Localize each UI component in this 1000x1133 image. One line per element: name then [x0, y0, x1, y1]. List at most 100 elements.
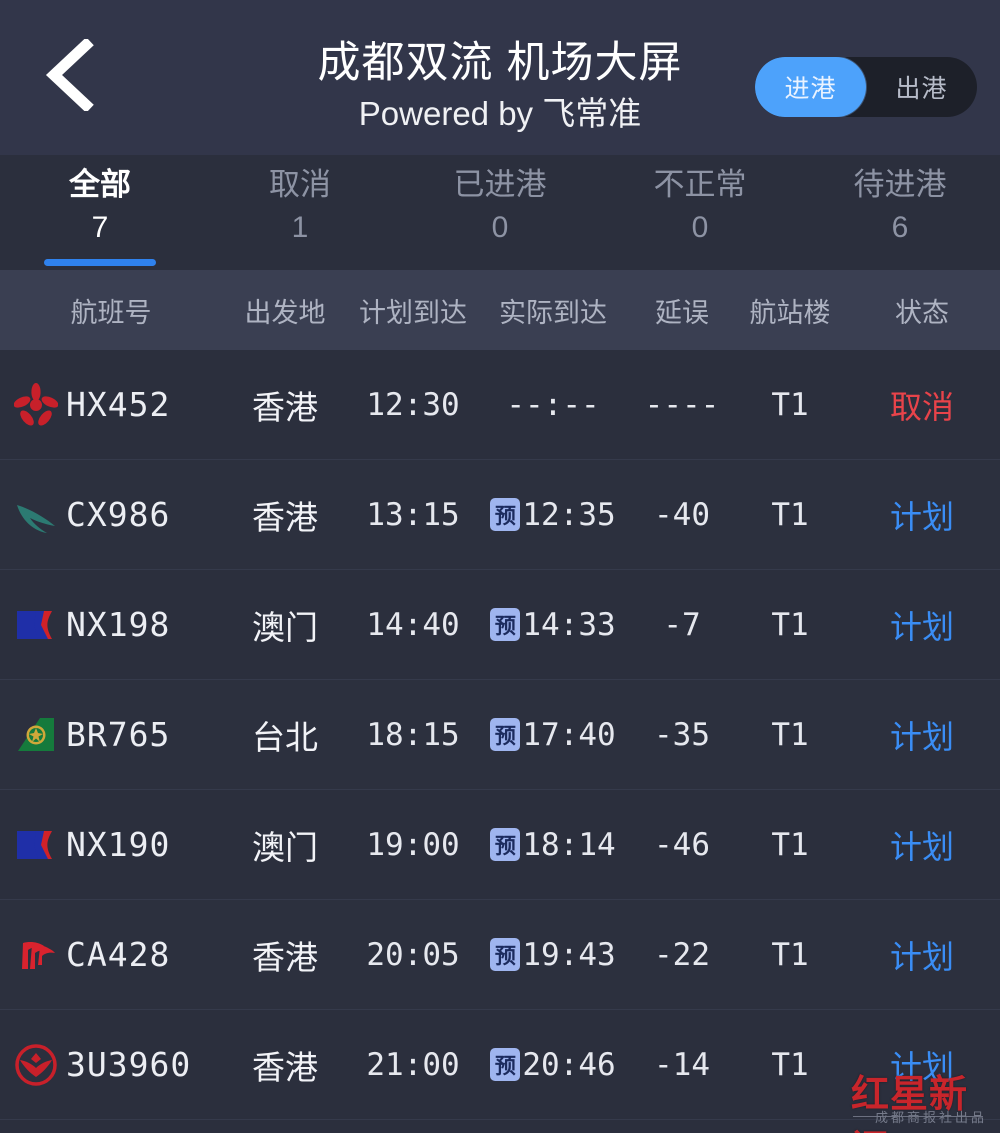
status-badge: 计划 — [889, 608, 954, 645]
cell-status: 计划 — [844, 712, 1000, 758]
tab-label: 全部 — [69, 167, 131, 202]
estimated-badge: 预 — [490, 828, 521, 861]
table-row[interactable]: BR765 台北 18:15 预 17:40 -35 T1 计划 — [0, 680, 1000, 790]
table-header-row: 航班号 出发地 计划到达 实际到达 延误 航站楼 状态 — [0, 270, 1000, 350]
actual-time-group: 预 18:14 — [490, 827, 616, 863]
cell-flight-no: NX190 — [0, 823, 222, 867]
cell-terminal: T1 — [736, 607, 844, 643]
origin-city: 香港 — [252, 1048, 318, 1086]
column-header-flight-no: 航班号 — [70, 297, 152, 328]
cell-actual: 预 18:14 — [478, 827, 628, 863]
toggle-option-departures[interactable]: 出港 — [866, 57, 977, 117]
delay-minutes: -40 — [654, 496, 710, 533]
estimated-badge: 预 — [490, 498, 521, 531]
cell-flight-no: HX452 — [0, 382, 222, 427]
cell-actual: 预 17:40 — [478, 717, 628, 753]
actual-time: 17:40 — [522, 716, 616, 753]
tab-3[interactable]: 不正常 0 — [600, 163, 800, 270]
filter-tabs[interactable]: 全部 7 取消 1 已进港 0 不正常 0 待进港 6 — [0, 155, 1000, 270]
tab-label: 取消 — [269, 167, 331, 202]
column-header-terminal: 航站楼 — [749, 297, 831, 328]
delay-minutes: -46 — [654, 826, 710, 863]
estimated-badge: 预 — [490, 718, 521, 751]
scheduled-time: 13:15 — [366, 496, 460, 533]
table-row[interactable]: NX190 澳门 19:00 预 18:14 -46 T1 计划 — [0, 790, 1000, 900]
cell-delay: -35 — [628, 717, 736, 753]
status-badge: 计划 — [889, 828, 954, 865]
flight-number: CA428 — [66, 935, 171, 974]
status-badge: 取消 — [889, 388, 954, 425]
terminal: T1 — [771, 386, 809, 423]
table-row[interactable]: CX986 香港 13:15 预 12:35 -40 T1 计划 — [0, 460, 1000, 570]
airline-logo-hong-kong-airlines — [14, 382, 58, 426]
estimated-badge: 预 — [490, 938, 521, 971]
cell-terminal: T1 — [736, 827, 844, 863]
tab-label: 待进港 — [853, 167, 947, 202]
cell-delay: -22 — [628, 937, 736, 973]
cell-delay: -40 — [628, 497, 736, 533]
flight-number: HX452 — [66, 385, 171, 424]
estimated-badge: 预 — [490, 1048, 521, 1081]
airline-logo-air-china — [22, 941, 55, 969]
origin-city: 台北 — [252, 718, 318, 756]
flight-number: NX198 — [66, 605, 171, 644]
cell-flight-no: CA428 — [0, 933, 222, 977]
airline-logo-air-macau — [17, 830, 52, 859]
column-header-delay: 延误 — [655, 297, 709, 328]
status-badge: 计划 — [889, 498, 954, 535]
tab-2[interactable]: 已进港 0 — [400, 163, 600, 270]
table-row[interactable]: NX198 澳门 14:40 预 14:33 -7 T1 计划 — [0, 570, 1000, 680]
tab-4[interactable]: 待进港 6 — [800, 163, 1000, 270]
estimated-badge: 预 — [490, 608, 521, 641]
cell-flight-no: CX986 — [0, 493, 222, 537]
cell-actual: 预 12:35 — [478, 497, 628, 533]
cell-status: 计划 — [844, 822, 1000, 868]
cell-flight-no: BR765 — [0, 713, 222, 757]
cell-flight-no: NX198 — [0, 603, 222, 647]
table-row[interactable]: 3U3960 香港 21:00 预 20:46 -14 T1 计划 — [0, 1010, 1000, 1120]
delay-minutes: -7 — [663, 606, 701, 643]
origin-city: 澳门 — [252, 608, 318, 646]
tab-active-underline — [844, 259, 956, 266]
flight-number: CX986 — [66, 495, 171, 534]
table-row[interactable]: HX452 香港 12:30 --:-- ---- T1 取消 — [0, 350, 1000, 460]
status-badge: 计划 — [889, 938, 954, 975]
chevron-left-icon — [45, 39, 94, 111]
cell-scheduled: 21:00 — [348, 1047, 478, 1083]
cell-status: 计划 — [844, 932, 1000, 978]
terminal: T1 — [771, 826, 809, 863]
scheduled-time: 12:30 — [366, 386, 460, 423]
tab-0[interactable]: 全部 7 — [0, 163, 200, 270]
cell-origin: 香港 — [222, 1041, 348, 1089]
tab-count: 1 — [291, 211, 309, 244]
airline-logo-air-macau — [17, 610, 52, 639]
scheduled-time: 20:05 — [366, 936, 460, 973]
tab-1[interactable]: 取消 1 — [200, 163, 400, 270]
scheduled-time: 18:15 — [366, 716, 460, 753]
flight-number: 3U3960 — [66, 1045, 192, 1084]
airline-logo-cathay-pacific — [17, 504, 55, 533]
cell-origin: 台北 — [222, 711, 348, 759]
actual-time-group: 预 20:46 — [490, 1047, 616, 1083]
delay-minutes: -14 — [654, 1046, 710, 1083]
cell-terminal: T1 — [736, 497, 844, 533]
tab-count: 0 — [491, 211, 509, 244]
arrival-departure-toggle[interactable]: 进港 出港 — [755, 57, 977, 117]
terminal: T1 — [771, 936, 809, 973]
tab-count: 7 — [91, 211, 109, 244]
cell-scheduled: 12:30 — [348, 387, 478, 423]
cell-delay: ---- — [628, 387, 736, 423]
back-button[interactable] — [36, 39, 106, 111]
cell-scheduled: 18:15 — [348, 717, 478, 753]
cell-flight-no: 3U3960 — [0, 1043, 222, 1087]
cell-actual: 预 14:33 — [478, 607, 628, 643]
airport-arrivals-board: 成都双流 机场大屏 Powered by 飞常准 进港 出港 全部 7 取消 1 已进港… — [0, 0, 1000, 1133]
terminal: T1 — [771, 496, 809, 533]
cell-actual: 预 20:46 — [478, 1047, 628, 1083]
actual-time: --:-- — [506, 386, 600, 423]
toggle-option-arrivals[interactable]: 进港 — [755, 57, 866, 117]
cell-terminal: T1 — [736, 717, 844, 753]
cell-terminal: T1 — [736, 937, 844, 973]
table-row[interactable]: CA428 香港 20:05 预 19:43 -22 T1 计划 — [0, 900, 1000, 1010]
tab-count: 0 — [691, 211, 709, 244]
